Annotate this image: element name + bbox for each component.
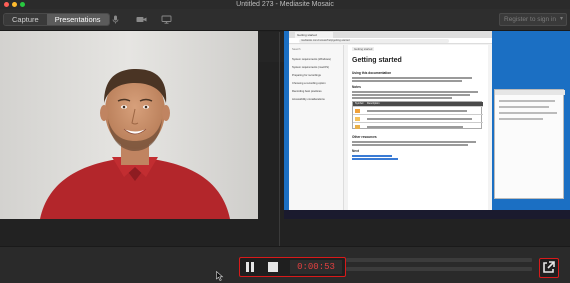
doc-nav-item: Accessibility considerations — [292, 98, 325, 101]
mouse-cursor-icon — [216, 271, 224, 281]
doc-nav-item: Choosing a recording option — [292, 82, 326, 85]
register-dropdown[interactable]: Register to sign in ▾ — [499, 13, 567, 26]
window-controls — [4, 2, 25, 7]
doc-heading: Notes — [352, 85, 361, 89]
symbol-table: Symbol Description — [352, 101, 483, 130]
tab-presentations[interactable]: Presentations — [46, 14, 109, 25]
camera-icon[interactable] — [136, 15, 147, 24]
presenter-image — [0, 31, 258, 219]
doc-search: Search — [292, 48, 301, 51]
table-row — [353, 106, 483, 114]
register-label: Register to sign in — [504, 16, 557, 23]
external-link-icon — [543, 261, 555, 273]
camera-preview — [0, 31, 258, 219]
text-line — [352, 97, 452, 99]
browser-tab-strip: Getting started — [289, 31, 492, 38]
text-line — [352, 94, 470, 96]
background-window — [494, 89, 565, 199]
minimize-window-button[interactable] — [12, 2, 17, 7]
open-external-button[interactable] — [539, 258, 559, 278]
doc-heading: Using this documentation — [352, 71, 392, 75]
zoom-window-button[interactable] — [20, 2, 25, 7]
pause-button[interactable] — [244, 261, 256, 273]
doc-heading: Next — [352, 149, 359, 153]
doc-nav-item: System requirements (macOS) — [292, 66, 329, 69]
doc-link — [352, 158, 398, 160]
close-window-button[interactable] — [4, 2, 9, 7]
doc-heading: Other resources — [352, 135, 377, 139]
stop-button[interactable] — [268, 262, 278, 272]
doc-link — [352, 155, 392, 157]
browser-address-bar: mediasite.com/mosaic/help/getting-starte… — [289, 38, 492, 44]
microphone-icon[interactable] — [110, 15, 121, 24]
doc-nav-item: Preparing for recordings — [292, 74, 321, 77]
text-line — [352, 141, 476, 143]
doc-content: Getting started Getting started Using th… — [348, 45, 488, 219]
text-line — [352, 144, 468, 146]
table-row — [353, 122, 483, 130]
audio-level-meter — [346, 258, 532, 262]
doc-nav-item: Recording best practices — [292, 90, 322, 93]
layout-divider[interactable] — [279, 32, 280, 246]
doc-breadcrumb: Getting started — [352, 47, 375, 51]
text-line — [352, 77, 472, 79]
recording-control-group: 0:00:53 — [239, 257, 346, 277]
text-line — [352, 91, 478, 93]
table-row — [353, 114, 483, 122]
screen-share-preview: Getting started mediasite.com/mosaic/hel… — [284, 31, 570, 219]
recording-timer: 0:00:53 — [290, 260, 342, 274]
text-line — [352, 80, 462, 82]
taskbar — [284, 210, 570, 219]
browser-url: mediasite.com/mosaic/help/getting-starte… — [299, 39, 449, 43]
doc-nav-pane: Search System requirements (Windows) Sys… — [289, 45, 344, 219]
toolbar: Capture Presentations Register to sign i… — [0, 9, 570, 31]
doc-title: Getting started — [352, 57, 402, 64]
monitor-icon[interactable] — [161, 15, 172, 24]
chevron-down-icon: ▾ — [559, 16, 563, 22]
browser-window: Getting started mediasite.com/mosaic/hel… — [289, 31, 492, 219]
app-window: Untitled 273 - Mediasite Mosaic Capture … — [0, 0, 570, 283]
recording-controls: 0:00:53 — [0, 246, 570, 283]
doc-nav-item: System requirements (Windows) — [292, 58, 331, 61]
mode-segmented-control: Capture Presentations — [3, 13, 110, 26]
window-title: Untitled 273 - Mediasite Mosaic — [236, 1, 334, 8]
audio-level-meter — [346, 267, 532, 271]
tab-capture[interactable]: Capture — [4, 14, 47, 25]
title-bar: Untitled 273 - Mediasite Mosaic — [0, 0, 570, 9]
